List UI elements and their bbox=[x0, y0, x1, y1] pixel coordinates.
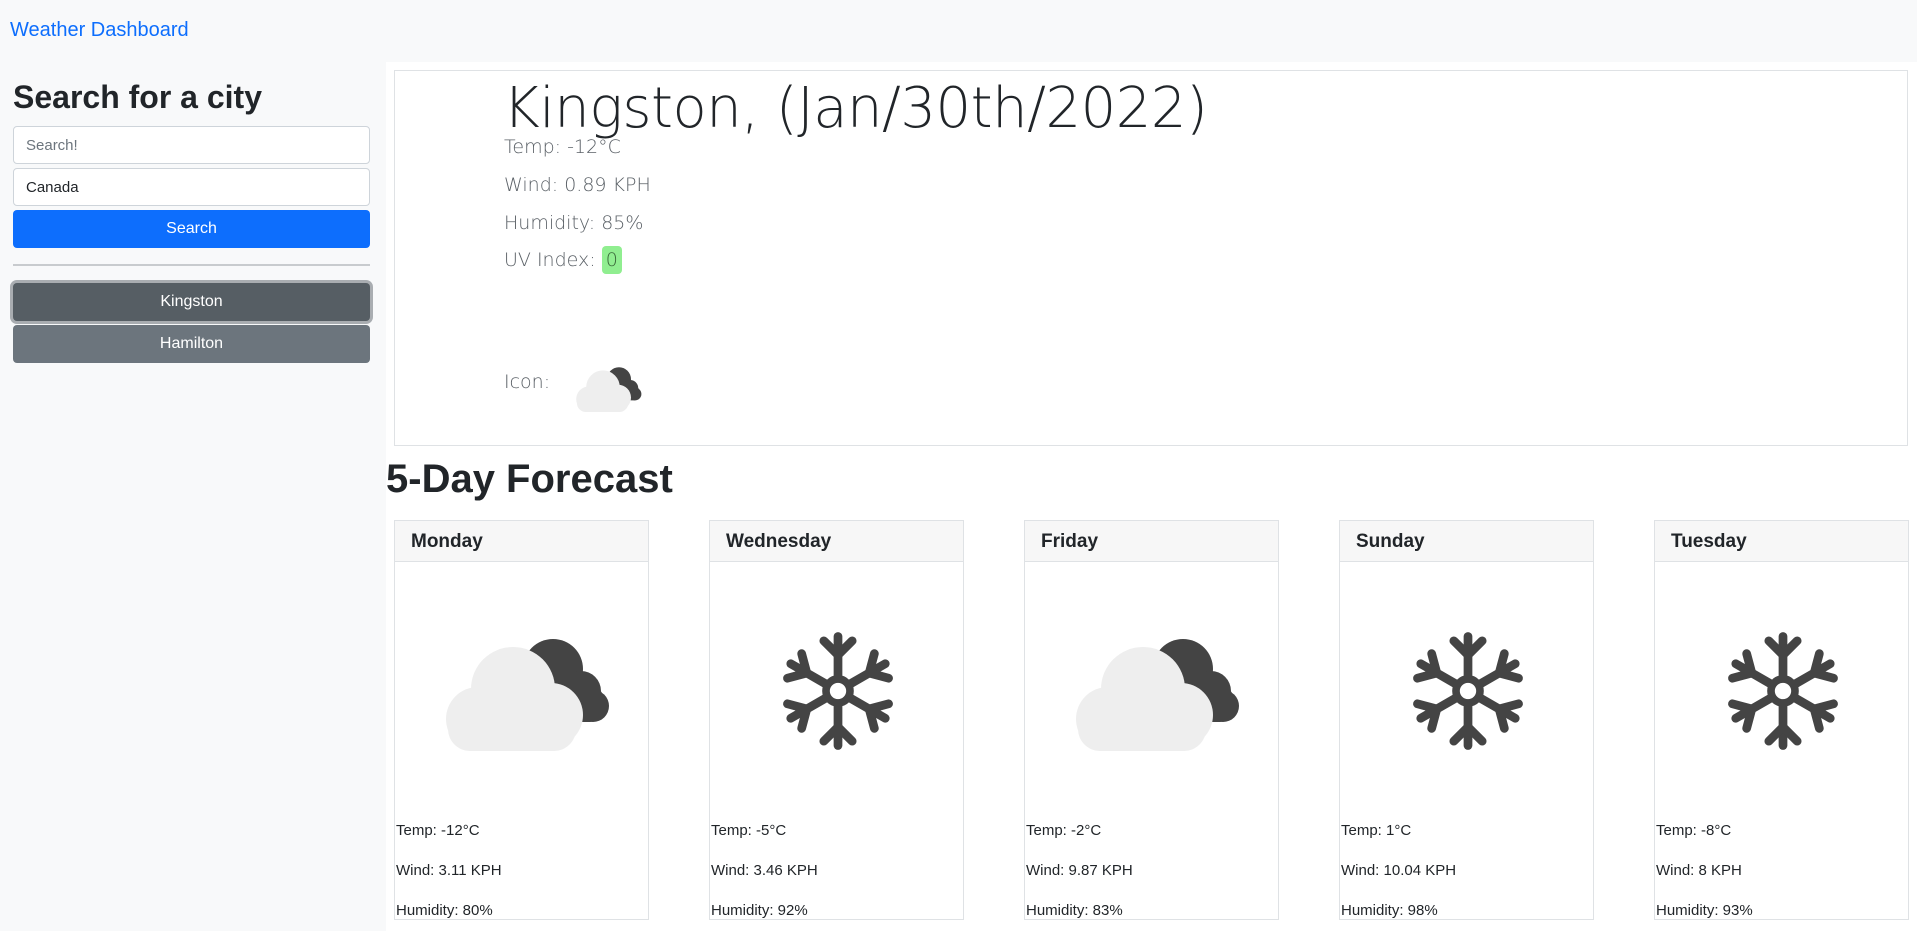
search-history: Kingston Hamilton bbox=[13, 283, 370, 364]
forecast-day: Sunday bbox=[1340, 521, 1593, 562]
snowflake-icon bbox=[1378, 631, 1558, 751]
partly-cloudy-icon bbox=[433, 631, 613, 751]
forecast-wind: Wind: 10.04 KPH bbox=[1341, 862, 1457, 879]
uv-badge: 0 bbox=[601, 246, 622, 274]
forecast-humidity: Humidity: 80% bbox=[396, 902, 493, 919]
sidebar-divider bbox=[13, 264, 370, 267]
forecast-wind: Wind: 3.46 KPH bbox=[711, 862, 818, 879]
city-search-input[interactable] bbox=[13, 126, 370, 165]
forecast-card-sunday: Sunday Temp: 1°C Wind: 10.04 KPH Humidit… bbox=[1339, 520, 1594, 920]
snowflake-icon bbox=[1693, 631, 1873, 751]
main-content: Kingston, (Jan/30th/2022) Temp: -12°C Wi… bbox=[386, 62, 1917, 931]
forecast-card-monday: Monday Temp: -12°C Wind: 3.11 KPH Humidi… bbox=[394, 520, 649, 920]
search-heading: Search for a city bbox=[13, 79, 262, 115]
forecast-humidity: Humidity: 93% bbox=[1656, 902, 1753, 919]
history-button-hamilton[interactable]: Hamilton bbox=[13, 325, 370, 364]
current-temp: Temp: -12°C bbox=[504, 136, 621, 158]
forecast-day: Friday bbox=[1025, 521, 1278, 562]
forecast-card-wednesday: Wednesday Temp: -5°C Wind: 3.46 KPH Humi… bbox=[709, 520, 964, 920]
current-humidity: Humidity: 85% bbox=[504, 212, 644, 234]
uv-label: UV Index: bbox=[504, 249, 602, 271]
search-button[interactable]: Search bbox=[13, 210, 370, 249]
current-uv: UV Index: 0 bbox=[504, 246, 622, 274]
forecast-temp: Temp: -8°C bbox=[1656, 822, 1732, 839]
search-sidebar: Search for a city Search Kingston Hamilt… bbox=[13, 78, 370, 367]
forecast-wind: Wind: 8 KPH bbox=[1656, 862, 1742, 879]
forecast-card-friday: Friday Temp: -2°C Wind: 9.87 KPH Humidit… bbox=[1024, 520, 1279, 920]
forecast-humidity: Humidity: 83% bbox=[1026, 902, 1123, 919]
forecast-humidity: Humidity: 92% bbox=[711, 902, 808, 919]
history-button-kingston[interactable]: Kingston bbox=[13, 283, 370, 322]
partly-cloudy-icon bbox=[571, 364, 643, 412]
current-icon-label: Icon: bbox=[504, 371, 551, 393]
forecast-humidity: Humidity: 98% bbox=[1341, 902, 1438, 919]
forecast-temp: Temp: -2°C bbox=[1026, 822, 1102, 839]
forecast-temp: Temp: 1°C bbox=[1341, 822, 1412, 839]
country-input[interactable] bbox=[13, 168, 370, 207]
forecast-day: Monday bbox=[395, 521, 648, 562]
current-wind: Wind: 0.89 KPH bbox=[504, 174, 651, 196]
current-weather-card: Kingston, (Jan/30th/2022) Temp: -12°C Wi… bbox=[394, 70, 1908, 446]
forecast-day: Wednesday bbox=[710, 521, 963, 562]
forecast-temp: Temp: -12°C bbox=[396, 822, 480, 839]
forecast-title: 5-Day Forecast bbox=[386, 457, 673, 501]
current-city-title: Kingston, (Jan/30th/2022) bbox=[503, 76, 1208, 141]
brand-link[interactable]: Weather Dashboard bbox=[10, 19, 189, 42]
forecast-day: Tuesday bbox=[1655, 521, 1908, 562]
forecast-wind: Wind: 9.87 KPH bbox=[1026, 862, 1133, 879]
partly-cloudy-icon bbox=[1063, 631, 1243, 751]
forecast-temp: Temp: -5°C bbox=[711, 822, 787, 839]
forecast-wind: Wind: 3.11 KPH bbox=[396, 862, 502, 879]
forecast-card-tuesday: Tuesday Temp: -8°C Wind: 8 KPH Humidity:… bbox=[1654, 520, 1909, 920]
snowflake-icon bbox=[748, 631, 928, 751]
